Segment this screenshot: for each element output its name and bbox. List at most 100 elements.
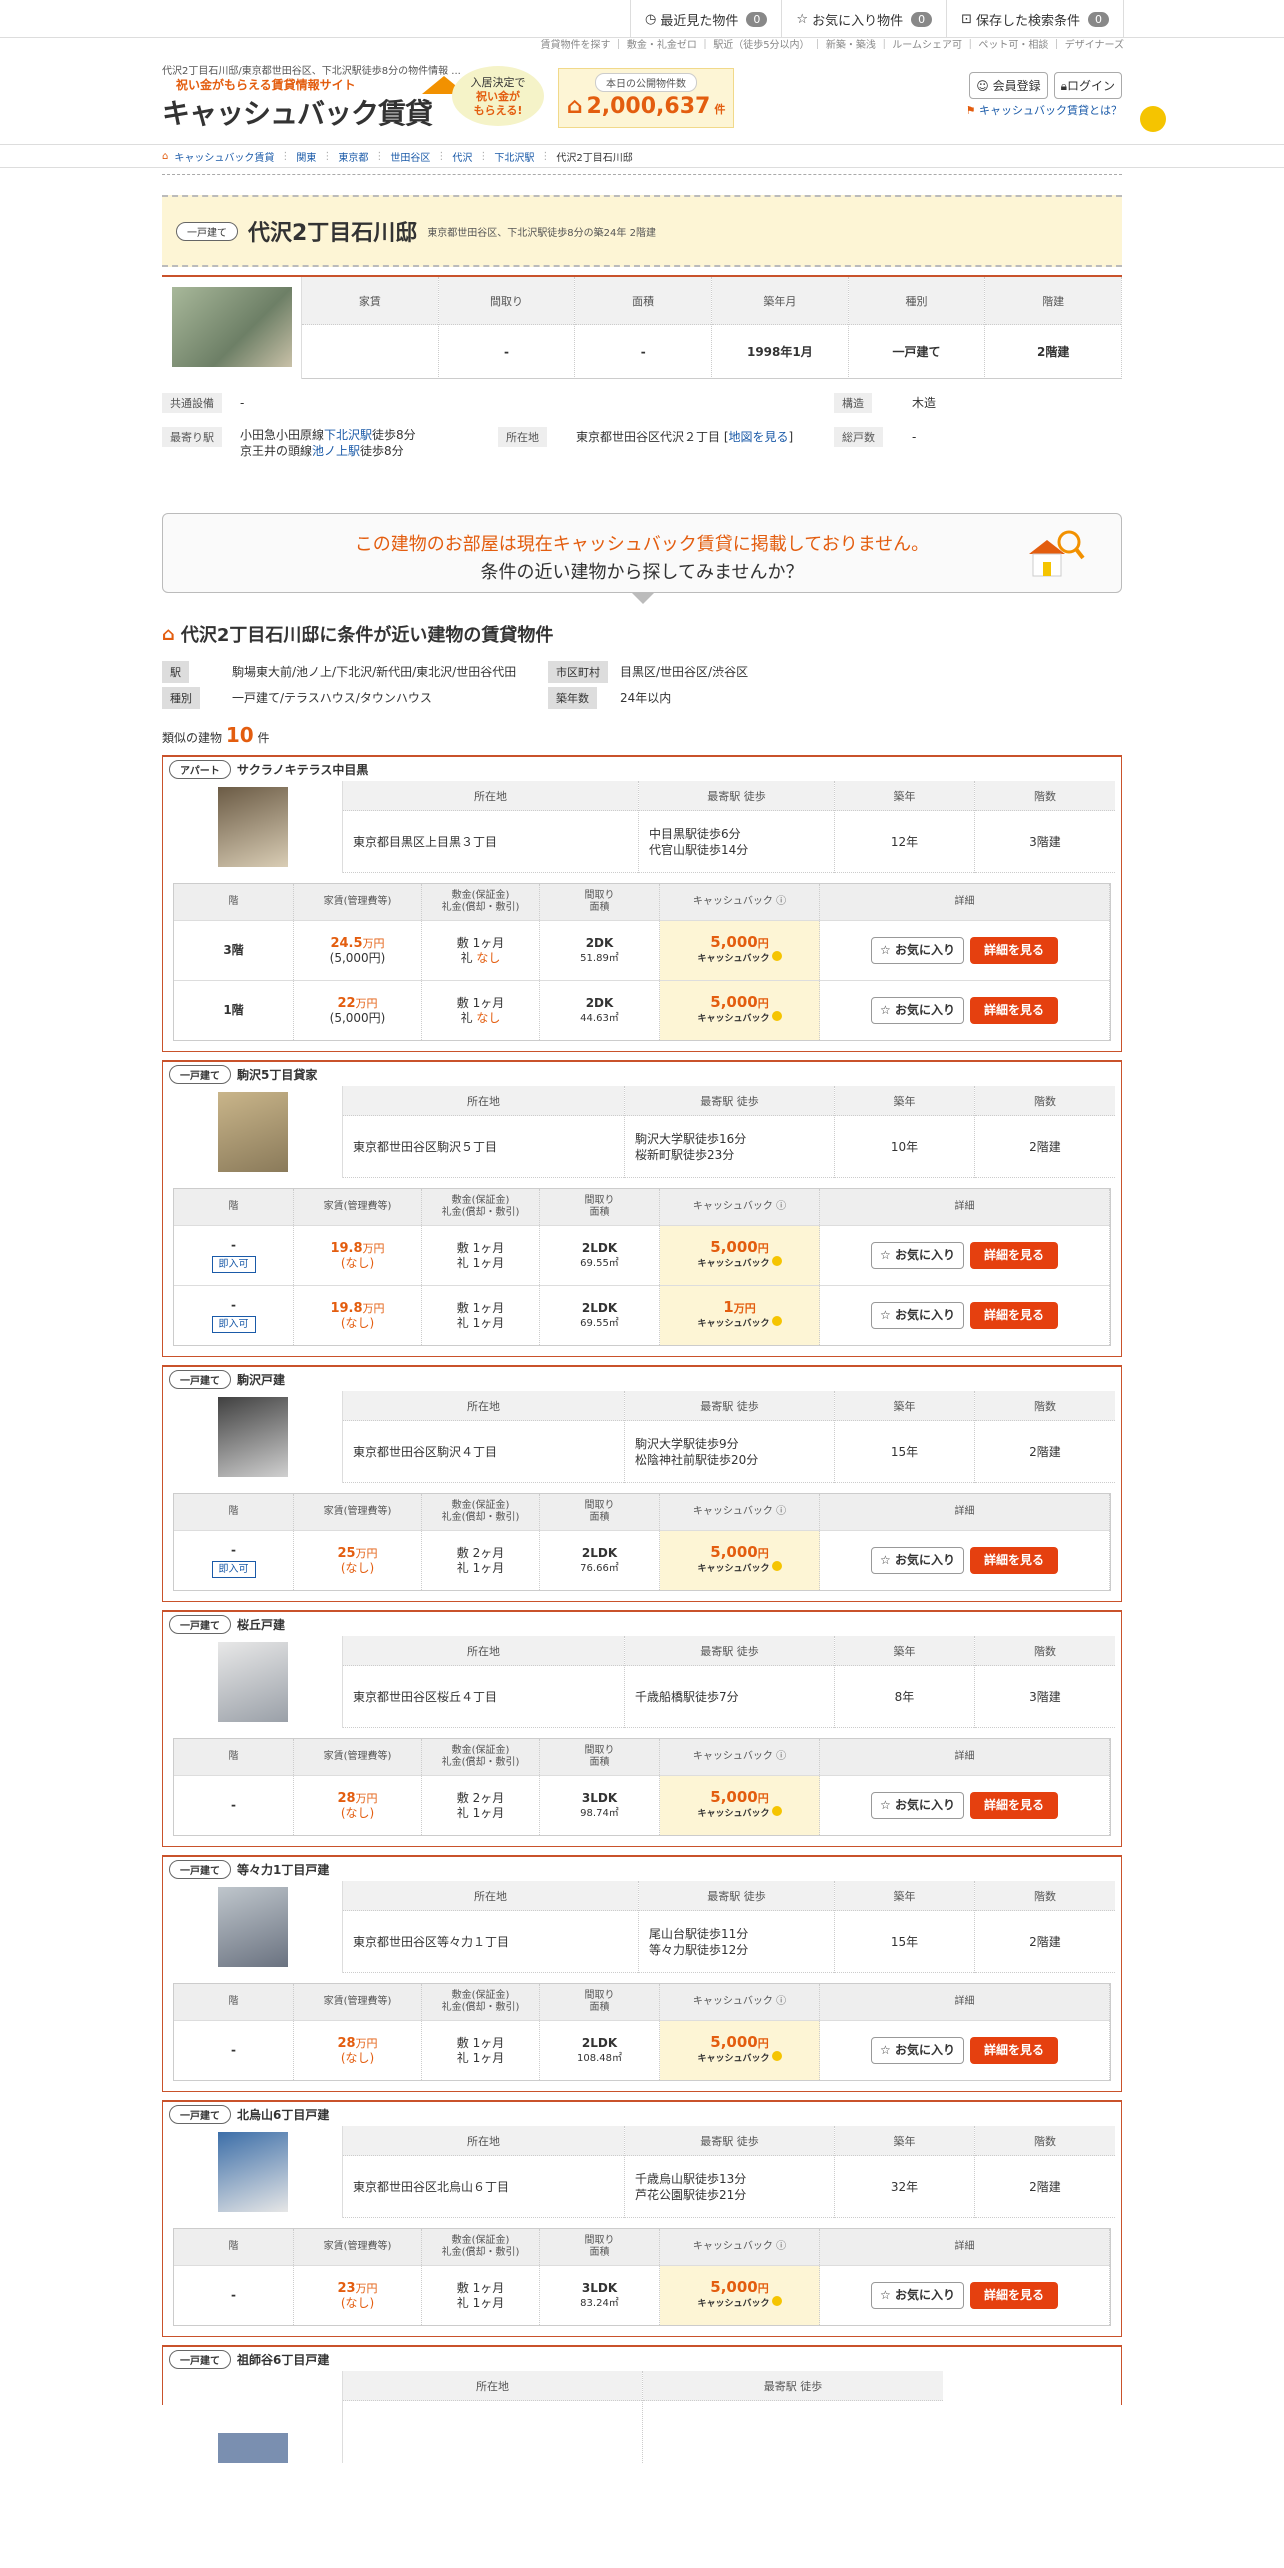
room-row: - 28万円 (なし) 敷 2ヶ月礼 1ヶ月 3LDK 98.74㎡ 5,000円キ… [174, 1775, 1110, 1835]
property-photo[interactable] [163, 2126, 343, 2218]
property-photo[interactable] [163, 1881, 343, 1973]
view-detail-button[interactable]: 詳細を見る [969, 2282, 1058, 2309]
flag-icon: ⚑ [965, 104, 976, 117]
help-icon: ⓘ [776, 1506, 787, 1517]
move-in-badge: 即入可 [211, 1256, 256, 1273]
favorite-button[interactable]: ☆ お気に入り [871, 1547, 964, 1574]
type-tag: アパート [169, 759, 231, 779]
property-address: 東京都目黒区上目黒３丁目 [343, 811, 638, 873]
room-row: 3階 24.5万円 (5,000円) 敷 1ヶ月礼 なし 2DK 51.89㎡ 5,… [174, 920, 1110, 980]
property-name[interactable]: 駒沢5丁目貸家 [237, 1066, 317, 1083]
help-icon: ⓘ [776, 2241, 787, 2252]
view-detail-button[interactable]: 詳細を見る [969, 1302, 1058, 1329]
room-table: 階 家賃(管理費等) 敷金(保証金) 礼金(償却・敷引) 間取り 面積 キャッシュバ… [173, 1738, 1111, 1836]
property-name[interactable]: 北烏山6丁目戸建 [237, 2106, 329, 2123]
property-photo[interactable] [163, 1636, 343, 1728]
save-icon: ⊡ [961, 11, 972, 27]
login-button[interactable]: 🔒︎ログイン [1053, 72, 1122, 99]
favorite-button[interactable]: ☆ お気に入り [871, 1792, 964, 1819]
type-tag: 一戸建て [169, 1614, 231, 1634]
room-row: - 即入可 19.8万円 (なし) 敷 1ヶ月礼 1ヶ月 2LDK 69.55㎡ 1万… [174, 1285, 1110, 1345]
breadcrumb-item[interactable]: 世田谷区 [390, 149, 430, 164]
favorites-link[interactable]: ☆ お気に入り物件 0 [781, 0, 946, 38]
breadcrumb-current: 代沢2丁目石川邸 [556, 152, 633, 164]
about-link[interactable]: ⚑ キャッシュバック賃貸とは？ [966, 102, 1122, 118]
recent-viewed-link[interactable]: ◷ 最近見た物件 0 [630, 0, 781, 38]
property-floors: 3階建 [975, 1666, 1115, 1728]
property-name[interactable]: 祖師谷6丁目戸建 [237, 2351, 329, 2368]
property-station: 駒沢大学駅徒歩9分 松陰神社前駅徒歩20分 [625, 1421, 834, 1483]
property-card: 一戸建て 桜丘戸建 所在地 東京都世田谷区桜丘４丁目 最寄駅 徒歩 千歳船橋駅徒歩7分… [162, 1610, 1122, 1847]
view-detail-button[interactable]: 詳細を見る [969, 997, 1058, 1024]
property-photo[interactable] [163, 781, 343, 873]
public-count-box: 本日の公開物件数 ⌂ 2,000,637 件 [558, 68, 734, 128]
star-icon: ☆ [880, 2288, 891, 2302]
property-name[interactable]: 等々力1丁目戸建 [237, 1861, 329, 1878]
property-age: 15年 [835, 1911, 974, 1973]
help-icon: ⓘ [776, 896, 787, 907]
view-detail-button[interactable]: 詳細を見る [969, 1792, 1058, 1819]
breadcrumb-item[interactable]: キャッシュバック賃貸 [174, 149, 274, 164]
cashback-amount: 5,000円 キャッシュバック [660, 2021, 820, 2080]
property-photo[interactable] [163, 1391, 343, 1483]
type-tag: 一戸建て [169, 1859, 231, 1879]
coin-icon [771, 1560, 782, 1571]
breadcrumb-item[interactable]: 代沢 [452, 149, 472, 164]
station-link[interactable]: 下北沢駅 [324, 428, 372, 442]
breadcrumb-item[interactable]: 東京都 [338, 149, 368, 164]
favorite-button[interactable]: ☆ お気に入り [871, 2037, 964, 2064]
coin-icon [771, 2050, 782, 2061]
property-card: 一戸建て 駒沢5丁目貸家 所在地 東京都世田谷区駒沢５丁目 最寄駅 徒歩 駒沢大学駅徒… [162, 1060, 1122, 1357]
building-photo[interactable] [162, 277, 302, 379]
similar-section-title: ⌂ 代沢2丁目石川邸に条件が近い建物の賃貸物件 [162, 623, 554, 647]
site-header: 代沢2丁目石川邸/東京都世田谷区、下北沢駅徒歩8分の物件情報 ... 祝い金がも… [0, 54, 1284, 144]
move-in-badge: 即入可 [211, 1561, 256, 1578]
favorite-button[interactable]: ☆ お気に入り [871, 2282, 964, 2309]
property-card: アパート サクラノキテラス中目黒 所在地 東京都目黒区上目黒３丁目 最寄駅 徒歩 中目… [162, 755, 1122, 1052]
type-tag: 一戸建て [169, 1064, 231, 1084]
register-button[interactable]: ☺ 会員登録 [969, 72, 1048, 99]
view-detail-button[interactable]: 詳細を見る [969, 1242, 1058, 1269]
view-detail-button[interactable]: 詳細を見る [969, 2037, 1058, 2064]
saved-search-link[interactable]: ⊡ 保存した検索条件 0 [946, 0, 1124, 38]
favorite-button[interactable]: ☆ お気に入り [871, 1302, 964, 1329]
property-floors: 3階建 [975, 811, 1115, 873]
user-icon: ☺ [976, 79, 989, 93]
search-conditions: 駅 駒場東大前/池ノ上/下北沢/新代田/東北沢/世田谷代田 市区町村 目黒区/世… [162, 661, 1122, 713]
star-icon: ☆ [880, 1003, 891, 1017]
coin-icon [771, 2295, 782, 2306]
property-address: 東京都世田谷区駒沢５丁目 [343, 1116, 624, 1178]
view-detail-button[interactable]: 詳細を見る [969, 937, 1058, 964]
room-row: - 即入可 25万円 (なし) 敷 2ヶ月礼 1ヶ月 2LDK 76.66㎡ 5,00… [174, 1530, 1110, 1590]
favorite-button[interactable]: ☆ お気に入り [871, 937, 964, 964]
cashback-amount: 5,000円 キャッシュバック [660, 921, 820, 980]
public-count: 2,000,637 [586, 94, 711, 119]
property-station: 千歳烏山駅徒歩13分 芦花公園駅徒歩21分 [625, 2156, 834, 2218]
favorite-button[interactable]: ☆ お気に入り [871, 1242, 964, 1269]
room-table: 階 家賃(管理費等) 敷金(保証金) 礼金(償却・敷引) 間取り 面積 キャッシュバ… [173, 1983, 1111, 2081]
favorite-button[interactable]: ☆ お気に入り [871, 997, 964, 1024]
property-address: 東京都世田谷区駒沢４丁目 [343, 1421, 624, 1483]
sub-nav[interactable]: 賃貸物件を探す ｜ 敷金・礼金ゼロ ｜ 駅近（徒歩5分以内） ｜ 新築・築浅 ｜… [0, 38, 1284, 54]
building-info: 共通設備 - 構造 木造 最寄り駅 小田急小田原線下北沢駅徒歩8分 京王井の頭線池… [162, 393, 1122, 473]
property-card: 一戸建て 等々力1丁目戸建 所在地 東京都世田谷区等々力１丁目 最寄駅 徒歩 尾山台駅… [162, 1855, 1122, 2092]
property-name[interactable]: 駒沢戸建 [237, 1371, 285, 1388]
star-icon: ☆ [880, 1553, 891, 1567]
property-age: 10年 [835, 1116, 974, 1178]
map-link[interactable]: 地図を見る [729, 430, 789, 444]
breadcrumb-item[interactable]: 関東 [296, 149, 316, 164]
property-name[interactable]: 桜丘戸建 [237, 1616, 285, 1633]
help-icon: ⓘ [776, 1201, 787, 1212]
breadcrumb-item[interactable]: 下北沢駅 [494, 149, 534, 164]
site-logo[interactable]: 祝い金がもらえる賃貸情報サイト キャッシュバック賃貸 [162, 76, 466, 136]
coin-icon [771, 950, 782, 961]
view-detail-button[interactable]: 詳細を見る [969, 1547, 1058, 1574]
property-name[interactable]: サクラノキテラス中目黒 [237, 761, 369, 778]
top-bar: ◷ 最近見た物件 0 ☆ お気に入り物件 0 ⊡ 保存した検索条件 0 [0, 0, 1284, 38]
building-title-box: 一戸建て 代沢2丁目石川邸 東京都世田谷区、下北沢駅徒歩8分の築24年 2階建 [162, 195, 1122, 267]
station-link[interactable]: 池ノ上駅 [312, 444, 360, 458]
home-icon: ⌂ [162, 150, 169, 162]
property-photo[interactable] [163, 1086, 343, 1178]
building-table: 家賃 間取り - 面積 - 築年月 1998年1月 種別 一戸建て 階建 2階建 [162, 275, 1123, 379]
property-address: 東京都世田谷区桜丘４丁目 [343, 1666, 624, 1728]
